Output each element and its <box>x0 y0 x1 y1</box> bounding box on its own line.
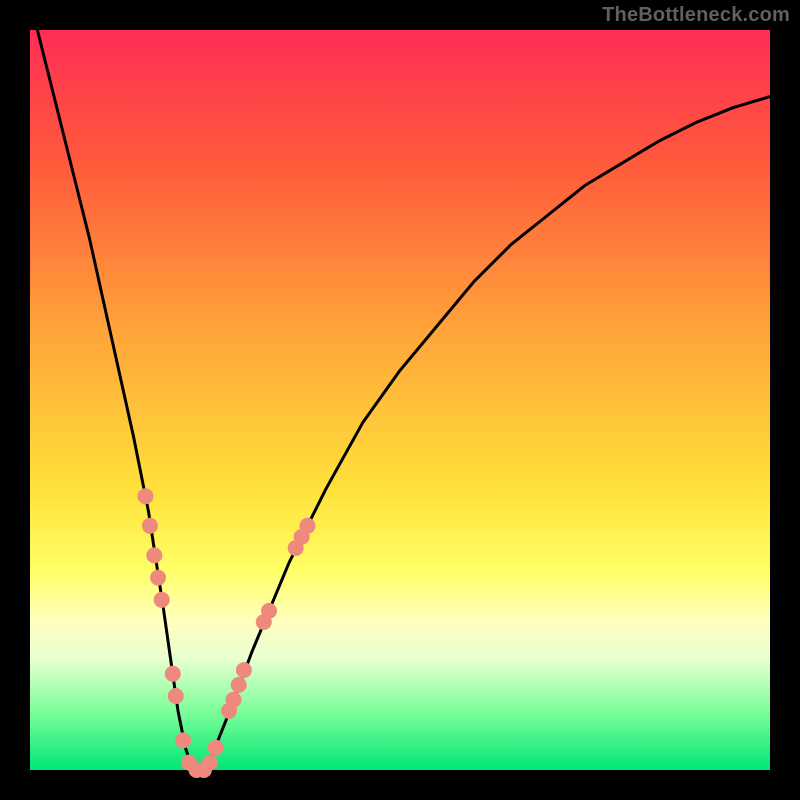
watermark-text: TheBottleneck.com <box>602 4 790 27</box>
data-marker <box>150 570 166 586</box>
curve-line <box>30 0 770 770</box>
data-marker <box>261 603 277 619</box>
chart-frame: TheBottleneck.com <box>0 0 800 800</box>
data-marker <box>154 592 170 608</box>
data-marker <box>208 740 224 756</box>
data-marker <box>165 666 181 682</box>
plot-area <box>30 30 770 770</box>
data-marker <box>137 488 153 504</box>
data-marker <box>142 518 158 534</box>
data-marker <box>226 692 242 708</box>
data-marker <box>202 755 218 771</box>
data-marker <box>300 518 316 534</box>
bottleneck-curve <box>30 30 770 770</box>
data-marker <box>231 677 247 693</box>
data-marker <box>146 547 162 563</box>
data-marker <box>236 662 252 678</box>
data-marker <box>175 732 191 748</box>
data-marker <box>168 688 184 704</box>
